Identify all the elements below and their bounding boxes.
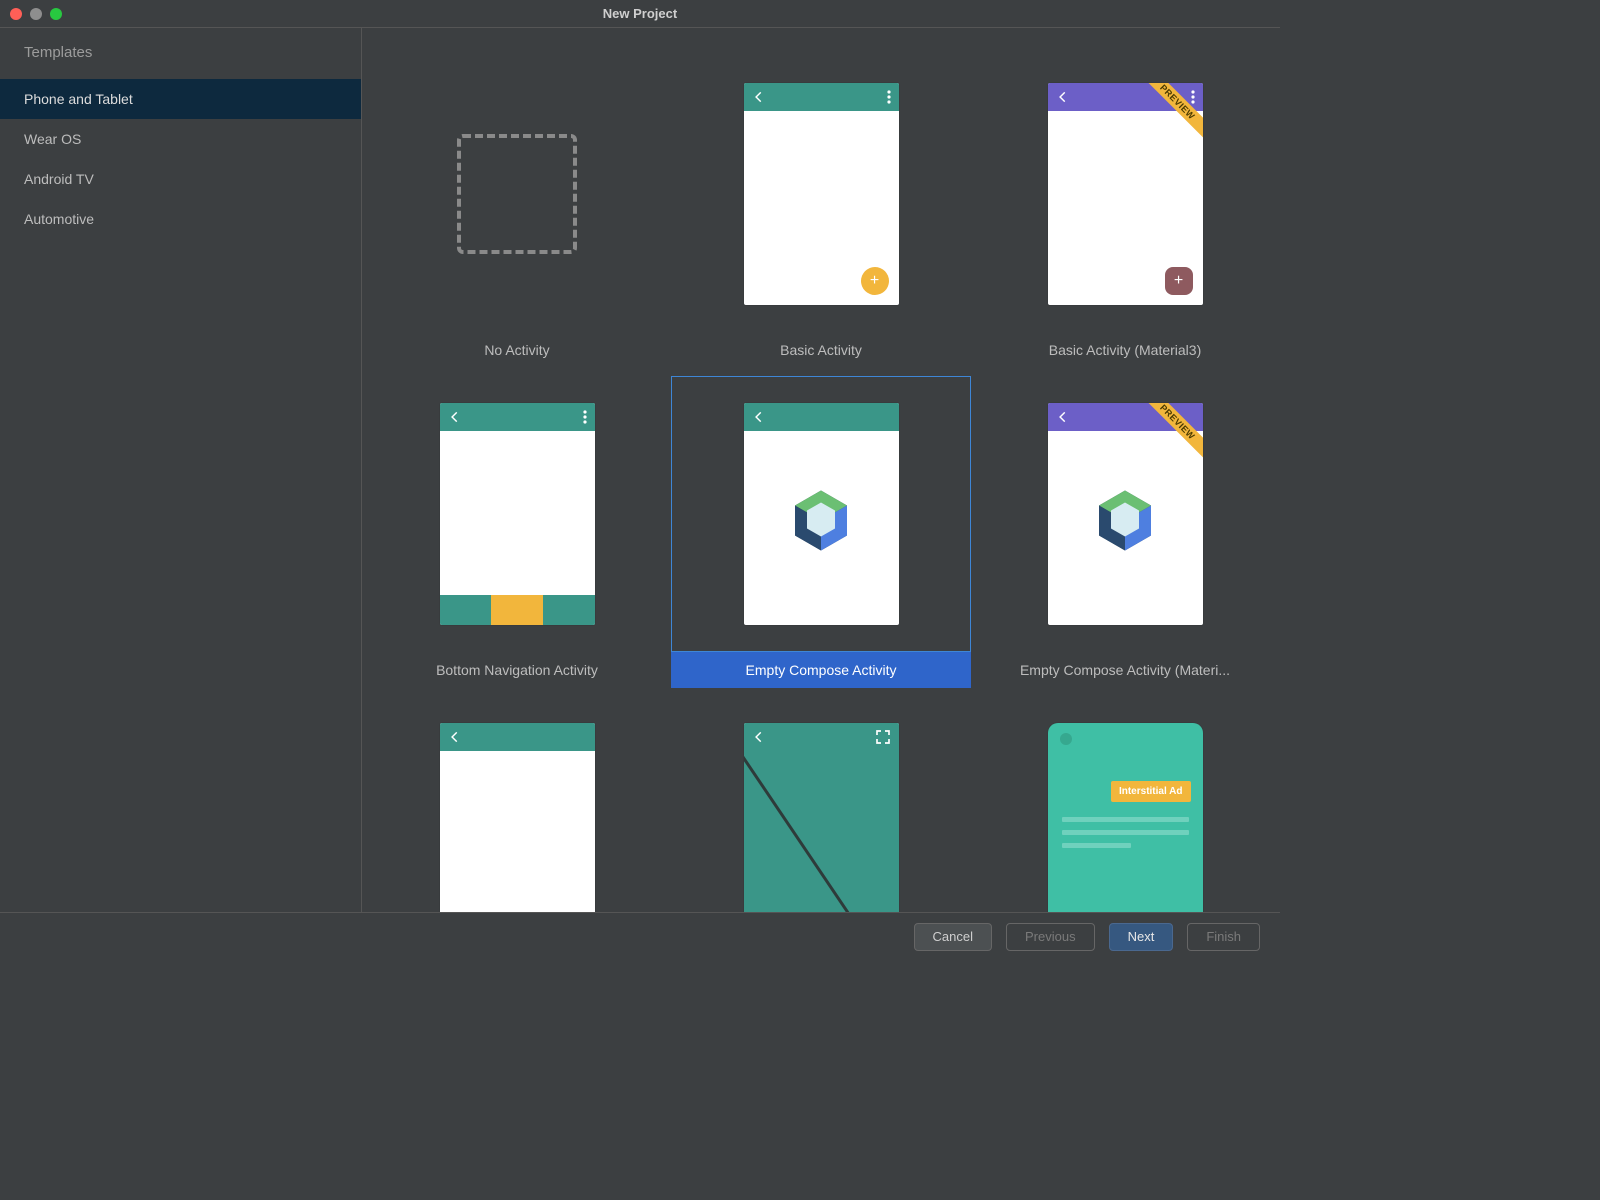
template-preview: +	[744, 83, 899, 305]
back-arrow-icon	[752, 90, 766, 104]
compose-logo-icon	[1095, 488, 1155, 557]
template-preview: PREVIEW	[1048, 403, 1203, 625]
overflow-menu-icon	[1191, 90, 1195, 104]
appbar	[744, 83, 899, 111]
minimize-window-button[interactable]	[30, 8, 42, 20]
sidebar: Templates Phone and TabletWear OSAndroid…	[0, 28, 362, 912]
sidebar-item-android-tv[interactable]: Android TV	[0, 159, 361, 199]
no-activity-icon	[457, 134, 577, 254]
sidebar-heading: Templates	[0, 44, 361, 79]
previous-button[interactable]: Previous	[1006, 923, 1095, 951]
appbar	[440, 723, 595, 751]
close-window-button[interactable]	[10, 8, 22, 20]
template-label: Basic Activity	[671, 332, 971, 368]
template-preview: +PREVIEW	[1048, 83, 1203, 305]
new-project-window: New Project Templates Phone and TabletWe…	[0, 0, 1280, 960]
template-label: Empty Compose Activity (Materi...	[975, 652, 1275, 688]
template-card[interactable]: Bottom Navigation Activity	[367, 376, 667, 688]
template-card[interactable]: + Basic Activity	[671, 56, 971, 368]
template-preview	[440, 723, 595, 912]
appbar	[744, 723, 899, 751]
fab-add-icon: +	[861, 267, 889, 295]
template-gallery: No Activity+Basic Activity+PREVIEWBasic …	[362, 28, 1280, 912]
back-arrow-icon	[752, 730, 766, 744]
overflow-menu-icon	[887, 90, 891, 104]
dialog-body: Templates Phone and TabletWear OSAndroid…	[0, 28, 1280, 912]
ad-chip: Interstitial Ad	[1111, 781, 1191, 802]
template-card[interactable]: +PREVIEW Basic Activity (Material3)	[975, 56, 1275, 368]
appbar	[440, 403, 595, 431]
template-card[interactable]: No Activity	[367, 56, 667, 368]
template-card[interactable]: Empty Compose Activity	[671, 376, 971, 688]
back-arrow-icon	[448, 730, 462, 744]
template-label: Empty Compose Activity	[671, 652, 971, 688]
finish-button[interactable]: Finish	[1187, 923, 1260, 951]
sidebar-item-automotive[interactable]: Automotive	[0, 199, 361, 239]
appbar	[744, 403, 899, 431]
dialog-footer: Cancel Previous Next Finish	[0, 912, 1280, 960]
cancel-button[interactable]: Cancel	[914, 923, 992, 951]
template-preview	[744, 403, 899, 625]
compose-logo-icon	[791, 488, 851, 557]
template-preview	[440, 403, 595, 625]
back-arrow-icon	[1056, 410, 1070, 424]
overflow-menu-icon	[583, 410, 587, 424]
template-label: No Activity	[367, 332, 667, 368]
bottom-nav	[440, 595, 595, 625]
zoom-window-button[interactable]	[50, 8, 62, 20]
template-preview: Interstitial Ad	[1048, 723, 1203, 912]
back-arrow-icon	[448, 410, 462, 424]
template-card[interactable]: PREVIEW Empty Compose Activity (Materi...	[975, 376, 1275, 688]
template-card[interactable]	[367, 696, 667, 912]
template-card[interactable]: Interstitial Ad	[975, 696, 1275, 912]
sidebar-item-wear-os[interactable]: Wear OS	[0, 119, 361, 159]
titlebar: New Project	[0, 0, 1280, 28]
template-preview	[744, 723, 899, 912]
template-label: Basic Activity (Material3)	[975, 332, 1275, 368]
template-label: Bottom Navigation Activity	[367, 652, 667, 688]
sidebar-item-phone-and-tablet[interactable]: Phone and Tablet	[0, 79, 361, 119]
fullscreen-icon	[875, 729, 891, 750]
window-controls	[10, 8, 62, 20]
back-arrow-icon	[1056, 90, 1070, 104]
window-title: New Project	[603, 6, 677, 21]
fab-add-icon: +	[1165, 267, 1193, 295]
template-card[interactable]	[671, 696, 971, 912]
next-button[interactable]: Next	[1109, 923, 1174, 951]
back-arrow-icon	[752, 410, 766, 424]
